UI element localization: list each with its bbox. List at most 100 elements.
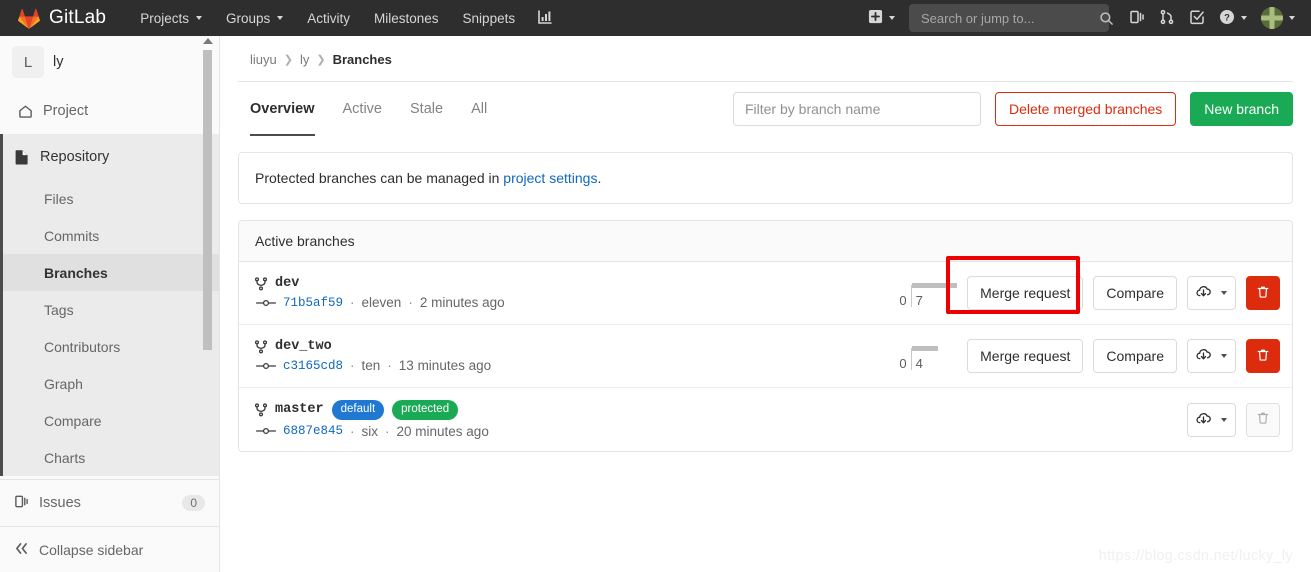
branch-title: dev (255, 276, 555, 291)
avatar (1261, 7, 1283, 29)
branch-commit-meta: 6887e845 · six · 20 minutes ago (255, 424, 555, 439)
sidebar-item-issues[interactable]: Issues 0 (0, 480, 219, 526)
tab-overview[interactable]: Overview (250, 82, 329, 136)
issues-icon-button[interactable] (1123, 4, 1151, 32)
primary-nav: Projects Groups Activity Milestones Snip… (128, 0, 563, 36)
branch-title: master default protected (255, 400, 555, 420)
behind-count: 0 (899, 293, 907, 308)
search-icon (1099, 11, 1114, 26)
tab-stale[interactable]: Stale (396, 82, 457, 136)
sidebar-item-project[interactable]: Project (0, 88, 219, 134)
meta-separator: · (350, 295, 355, 310)
sidebar-scroll-up-arrow[interactable] (203, 38, 213, 44)
branch-name[interactable]: dev (275, 276, 299, 291)
delete-branch-button[interactable] (1246, 339, 1280, 373)
nav-groups[interactable]: Groups (214, 0, 295, 36)
help-icon: ? (1219, 9, 1235, 28)
home-icon (17, 104, 33, 119)
new-branch-button[interactable]: New branch (1190, 92, 1293, 126)
nav-analytics[interactable] (527, 0, 563, 36)
sidebar-item-files[interactable]: Files (3, 180, 219, 217)
branch-commit-meta: c3165cd8 · ten · 13 minutes ago (255, 358, 555, 373)
branch-filter-input[interactable] (732, 92, 981, 126)
sidebar-item-graph[interactable]: Graph (3, 365, 219, 402)
breadcrumb-group[interactable]: liuyu (250, 52, 277, 67)
plus-square-icon (868, 9, 883, 27)
delete-branch-button-disabled (1246, 402, 1280, 437)
sidebar-project-header[interactable]: L ly (0, 36, 219, 88)
breadcrumb-project[interactable]: ly (300, 52, 309, 67)
meta-separator: · (385, 423, 390, 439)
nav-groups-label: Groups (225, 10, 271, 26)
breadcrumb-separator-icon: ❯ (316, 54, 326, 66)
project-settings-link[interactable]: project settings (503, 170, 597, 186)
nav-activity[interactable]: Activity (295, 0, 362, 36)
tab-active[interactable]: Active (329, 82, 397, 136)
download-icon (1196, 347, 1211, 365)
help-button[interactable]: ? (1213, 4, 1253, 32)
commit-sha[interactable]: 71b5af59 (283, 296, 343, 310)
sidebar-item-contributors[interactable]: Contributors (3, 328, 219, 365)
download-dropdown-button[interactable] (1187, 402, 1236, 437)
download-dropdown-button[interactable] (1187, 339, 1236, 373)
nav-projects[interactable]: Projects (128, 0, 214, 36)
todos-icon-button[interactable] (1183, 4, 1211, 32)
commit-author: eleven (361, 295, 402, 310)
commit-author: six (361, 423, 379, 439)
compare-button[interactable]: Compare (1093, 276, 1177, 310)
user-menu-button[interactable] (1255, 4, 1301, 32)
project-name: ly (53, 54, 64, 70)
page-layout: L ly Project Repository Files Commits Br… (0, 36, 1311, 572)
download-dropdown-button[interactable] (1187, 276, 1236, 310)
sidebar-item-branches[interactable]: Branches (3, 254, 219, 291)
chevron-down-icon (1289, 16, 1295, 20)
delete-merged-branches-button[interactable]: Delete merged branches (994, 92, 1177, 126)
status-badge: default (331, 400, 385, 420)
sidebar-item-repository[interactable]: Repository (3, 134, 219, 180)
branch-name[interactable]: master (275, 402, 324, 417)
sidebar-item-tags[interactable]: Tags (3, 291, 219, 328)
divergence-graph: 0 7 (865, 279, 958, 308)
branch-info: dev_two c3165cd8 · ten · 13 minutes ago (255, 339, 555, 373)
chevron-down-icon (277, 16, 284, 20)
commit-time: 20 minutes ago (396, 423, 489, 439)
commit-time: 13 minutes ago (398, 358, 492, 373)
branch-tabs: Overview Active Stale All (250, 82, 501, 136)
branch-tabs-bar: Overview Active Stale All Delete merged … (238, 81, 1293, 136)
delete-branch-button[interactable] (1246, 276, 1280, 310)
merge-request-button[interactable]: Merge request (967, 339, 1084, 373)
new-dropdown-button[interactable] (862, 4, 901, 32)
trash-icon (1256, 411, 1270, 428)
main-content: liuyu ❯ ly ❯ Branches Overview Active St… (220, 36, 1311, 572)
chevron-down-icon (1221, 417, 1227, 422)
commit-sha[interactable]: c3165cd8 (283, 359, 343, 373)
navbar-right: ? (862, 4, 1301, 32)
commit-time: 2 minutes ago (419, 295, 505, 310)
nav-snippets[interactable]: Snippets (451, 0, 528, 36)
gitlab-logo[interactable]: GitLab (18, 7, 106, 29)
collapse-sidebar-button[interactable]: Collapse sidebar (0, 526, 219, 572)
merge-requests-icon (1159, 9, 1175, 28)
branch-info: master default protected 6887e845 · six (255, 400, 555, 439)
compare-button[interactable]: Compare (1093, 339, 1177, 373)
branch-name[interactable]: dev_two (275, 339, 332, 354)
global-search[interactable] (909, 4, 1113, 32)
merge-requests-icon-button[interactable] (1153, 4, 1181, 32)
tab-all[interactable]: All (457, 82, 501, 136)
ahead-count: 4 (915, 356, 923, 371)
meta-separator: · (408, 295, 413, 310)
table-row: dev 71b5af59 · eleven · 2 minutes ago 0 … (239, 262, 1292, 325)
commit-sha[interactable]: 6887e845 (283, 424, 343, 438)
sidebar-scrollbar[interactable] (203, 36, 212, 479)
nav-milestones[interactable]: Milestones (362, 0, 451, 36)
ahead-bar (911, 283, 958, 288)
sidebar-item-commits[interactable]: Commits (3, 217, 219, 254)
merge-request-button[interactable]: Merge request (967, 276, 1084, 310)
sidebar-item-charts[interactable]: Charts (3, 439, 219, 476)
issues-icon (14, 494, 29, 513)
sidebar-scrollbar-thumb[interactable] (203, 50, 212, 350)
sidebar-item-compare[interactable]: Compare (3, 402, 219, 439)
breadcrumb: liuyu ❯ ly ❯ Branches (238, 36, 1293, 81)
file-icon (14, 149, 30, 165)
search-input[interactable] (919, 9, 1099, 27)
